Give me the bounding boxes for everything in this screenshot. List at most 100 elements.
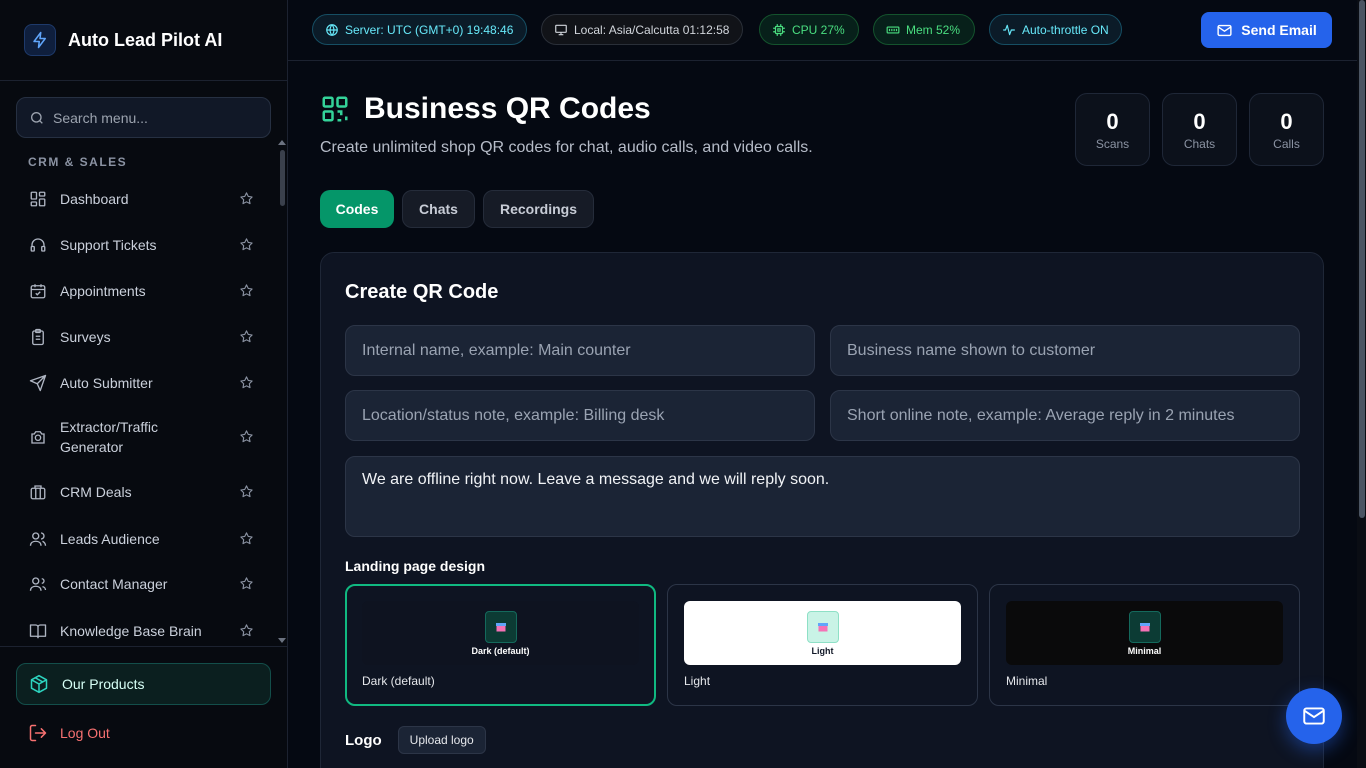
sidebar-item-crm-deals[interactable]: CRM Deals [16,481,271,503]
activity-icon [1002,23,1016,37]
brand-title: Auto Lead Pilot AI [68,29,223,50]
sidebar-item-leads-audience[interactable]: Leads Audience [16,528,271,550]
create-qr-card: Create QR Code We are offline right now.… [320,252,1324,768]
sidebar-footer: Our Products Log Out [0,646,287,768]
send-icon [28,373,48,393]
top-bar: Server: UTC (GMT+0) 19:48:46 Local: Asia… [288,0,1366,61]
floating-mail-button[interactable] [1286,688,1342,744]
dashboard-icon [28,189,48,209]
sidebar-item-label: Appointments [60,283,146,299]
box-icon [29,674,49,694]
location-note-field[interactable] [345,390,815,441]
sidebar-scrollbar[interactable] [280,150,285,206]
offline-message-textarea[interactable]: We are offline right now. Leave a messag… [345,456,1300,537]
logout-button[interactable]: Log Out [28,723,110,743]
location-note-input[interactable] [362,406,798,425]
design-label: Minimal [1006,674,1048,688]
logo-label: Logo [345,731,382,749]
star-icon[interactable] [239,329,255,345]
stat-label: Scans [1095,136,1130,151]
store-icon [1128,610,1161,643]
design-option-minimal[interactable]: Minimal Minimal [989,584,1300,706]
calendar-check-icon [28,281,48,301]
sidebar-item-appointments[interactable]: Appointments [16,280,271,302]
stat-value: 0 [1106,108,1119,134]
design-preview: Minimal [1006,601,1283,665]
main-scrollbar[interactable] [1357,0,1366,768]
page-subtitle: Create unlimited shop QR codes for chat,… [320,139,813,156]
star-icon[interactable] [239,283,255,299]
design-section-label: Landing page design [345,558,486,574]
upload-logo-button[interactable]: Upload logo [397,726,486,754]
design-label: Dark (default) [362,674,435,688]
cpu-icon [772,23,786,37]
send-email-button[interactable]: Send Email [1201,12,1332,48]
server-time: Server: UTC (GMT+0) 19:48:46 [345,22,514,37]
star-icon[interactable] [239,623,255,639]
sidebar-item-knowledge-base[interactable]: Knowledge Base Brain [16,620,271,642]
our-products-button[interactable]: Our Products [16,663,271,705]
sidebar-item-extractor[interactable]: Extractor/Traffic Generator [16,416,271,458]
auto-throttle-pill: Auto-throttle ON [989,14,1122,45]
star-icon[interactable] [239,375,255,391]
lightning-icon [24,24,56,56]
memory-icon [886,23,900,37]
sidebar-item-label: Auto Submitter [60,375,153,391]
design-preview-name: Dark (default) [471,645,530,656]
sidebar-item-dashboard[interactable]: Dashboard [16,188,271,210]
user-group-icon [28,574,48,594]
qr-code-icon [320,94,350,124]
camera-icon [28,427,48,447]
local-time-pill: Local: Asia/Calcutta 01:12:58 [541,14,743,45]
book-icon [28,621,48,641]
online-note-field[interactable] [830,390,1300,441]
globe-icon [325,23,339,37]
internal-name-field[interactable] [345,325,815,376]
stat-calls: 0 Calls [1249,93,1324,166]
sidebar-item-contact-manager[interactable]: Contact Manager [16,573,271,595]
star-icon[interactable] [239,191,255,207]
sidebar-item-label: Dashboard [60,191,129,207]
online-note-input[interactable] [847,406,1283,425]
tab-codes[interactable]: Codes [320,190,394,228]
briefcase-icon [28,482,48,502]
business-name-input[interactable] [847,341,1283,360]
sidebar-item-surveys[interactable]: Surveys [16,326,271,348]
design-label: Light [684,674,711,688]
stat-value: 0 [1193,108,1206,134]
section-label: CRM & SALES [28,155,128,169]
design-preview: Light [684,601,961,665]
star-icon[interactable] [239,484,255,500]
send-email-label: Send Email [1241,22,1317,38]
business-name-field[interactable] [830,325,1300,376]
brand-header: Auto Lead Pilot AI [0,0,287,81]
sidebar-item-label: CRM Deals [60,484,132,500]
sidebar-item-label: Surveys [60,329,111,345]
star-icon[interactable] [239,576,255,592]
scroll-up-arrow[interactable] [278,140,286,145]
tab-chats[interactable]: Chats [402,190,475,228]
store-icon [484,610,517,643]
stat-scans: 0 Scans [1075,93,1150,166]
search-input[interactable] [53,109,253,126]
memory-pill: Mem 52% [873,14,975,45]
star-icon[interactable] [239,531,255,547]
design-option-dark[interactable]: Dark (default) Dark (default) [345,584,656,706]
search-box[interactable] [16,97,271,138]
star-icon[interactable] [239,237,255,253]
scroll-down-arrow[interactable] [278,638,286,643]
design-option-light[interactable]: Light Light [667,584,978,706]
logout-label: Log Out [60,725,110,741]
star-icon[interactable] [239,429,255,445]
tab-recordings[interactable]: Recordings [483,190,594,228]
sidebar-item-support-tickets[interactable]: Support Tickets [16,234,271,256]
cpu-usage: CPU 27% [792,22,845,37]
search-icon [29,110,45,126]
sidebar-item-auto-submitter[interactable]: Auto Submitter [16,372,271,394]
server-time-pill: Server: UTC (GMT+0) 19:48:46 [312,14,527,45]
sidebar: Auto Lead Pilot AI CRM & SALES Dashboard… [0,0,288,768]
design-preview-name: Minimal [1127,645,1162,656]
sidebar-item-label: Support Tickets [60,237,157,253]
internal-name-input[interactable] [362,341,798,360]
mail-icon [1301,703,1327,729]
